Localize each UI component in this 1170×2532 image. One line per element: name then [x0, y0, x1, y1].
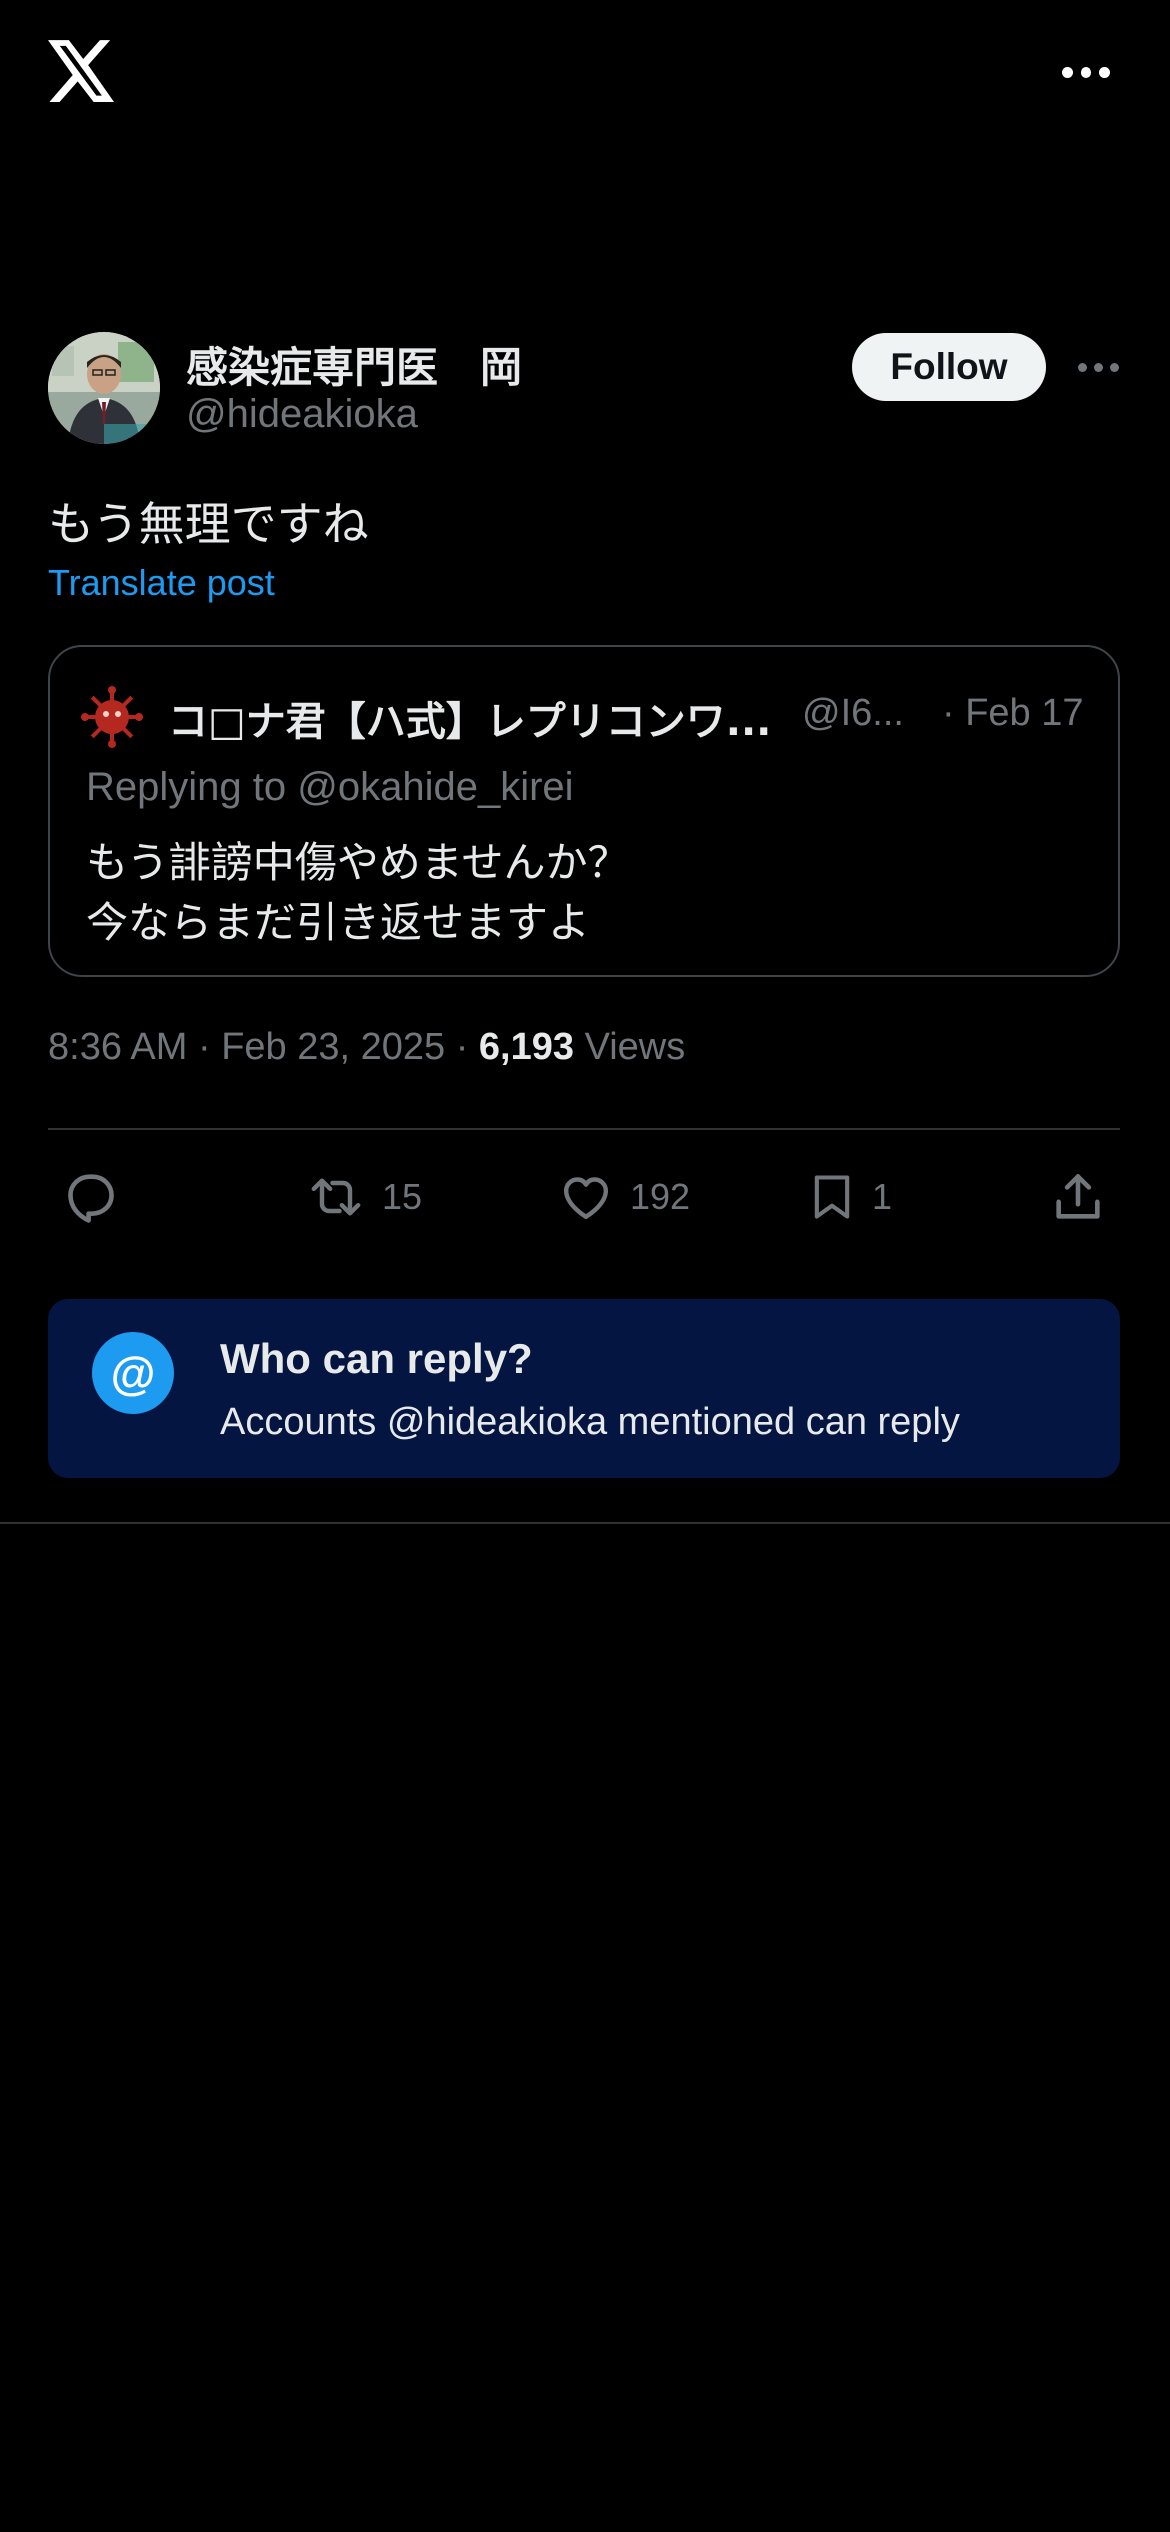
who-can-reply-title: Who can reply?: [220, 1335, 533, 1382]
reply-button[interactable]: [60, 1160, 122, 1234]
quote-replying-to: Replying to @okahide_kirei: [86, 765, 574, 809]
bookmark-icon: [806, 1167, 858, 1227]
x-logo-icon[interactable]: [48, 40, 114, 102]
retweet-icon: [304, 1169, 368, 1225]
quote-text-line-2: 今ならまだ引き返せますよ: [86, 898, 591, 947]
post-more-icon[interactable]: [1078, 362, 1120, 372]
who-can-reply-description: Accounts @hideakioka mentioned can reply: [220, 1401, 960, 1443]
action-bar: 15 192 1: [0, 1160, 1170, 1234]
more-horizontal-icon[interactable]: [1062, 62, 1111, 82]
quote-text-line-1: もう誹謗中傷やめませんか？: [86, 838, 630, 887]
share-icon: [1048, 1168, 1108, 1226]
quote-avatar[interactable]: [80, 685, 144, 749]
share-button[interactable]: [1048, 1160, 1108, 1234]
post-meta: 8:36 AM · Feb 23, 2025 · 6,193 Views: [48, 1026, 685, 1069]
author-handle[interactable]: @hideakioka: [186, 392, 418, 437]
like-button[interactable]: 192: [556, 1160, 690, 1234]
views-count: 6,193: [478, 1026, 575, 1068]
like-count: 192: [630, 1176, 691, 1217]
post-text: もう無理ですね: [48, 497, 369, 551]
bookmark-button[interactable]: 1: [806, 1160, 892, 1234]
post-timestamp[interactable]: 8:36 AM · Feb 23, 2025 ·: [48, 1026, 479, 1068]
views-label: Views: [574, 1026, 686, 1068]
post-detail-page: 感染症専門医 岡 @hideakioka Follow もう無理ですね Tran…: [0, 0, 1170, 2532]
quote-author-handle: @I6...: [802, 692, 904, 734]
author-name[interactable]: 感染症専門医 岡: [186, 334, 522, 395]
retweet-count: 15: [382, 1176, 423, 1217]
quote-author-name: コ□ナ君【ハ式】レプリコンワ...: [168, 699, 772, 745]
follow-button[interactable]: Follow: [852, 333, 1046, 401]
mention-icon: @: [92, 1332, 174, 1414]
top-bar: [0, 0, 1170, 150]
heart-icon: [556, 1169, 616, 1225]
bookmark-count: 1: [872, 1176, 893, 1217]
quoted-post-card[interactable]: コ□ナ君【ハ式】レプリコンワ... @I6... · Feb 17 Replyi…: [48, 645, 1120, 977]
quote-date: · Feb 17: [942, 692, 1084, 734]
translate-post-link[interactable]: Translate post: [48, 562, 275, 604]
avatar[interactable]: [48, 332, 160, 444]
divider: [48, 1128, 1120, 1130]
reply-icon: [60, 1168, 122, 1226]
who-can-reply-box: @ Who can reply? Accounts @hideakioka me…: [48, 1299, 1120, 1478]
retweet-button[interactable]: 15: [304, 1160, 422, 1234]
divider: [0, 1522, 1170, 1524]
